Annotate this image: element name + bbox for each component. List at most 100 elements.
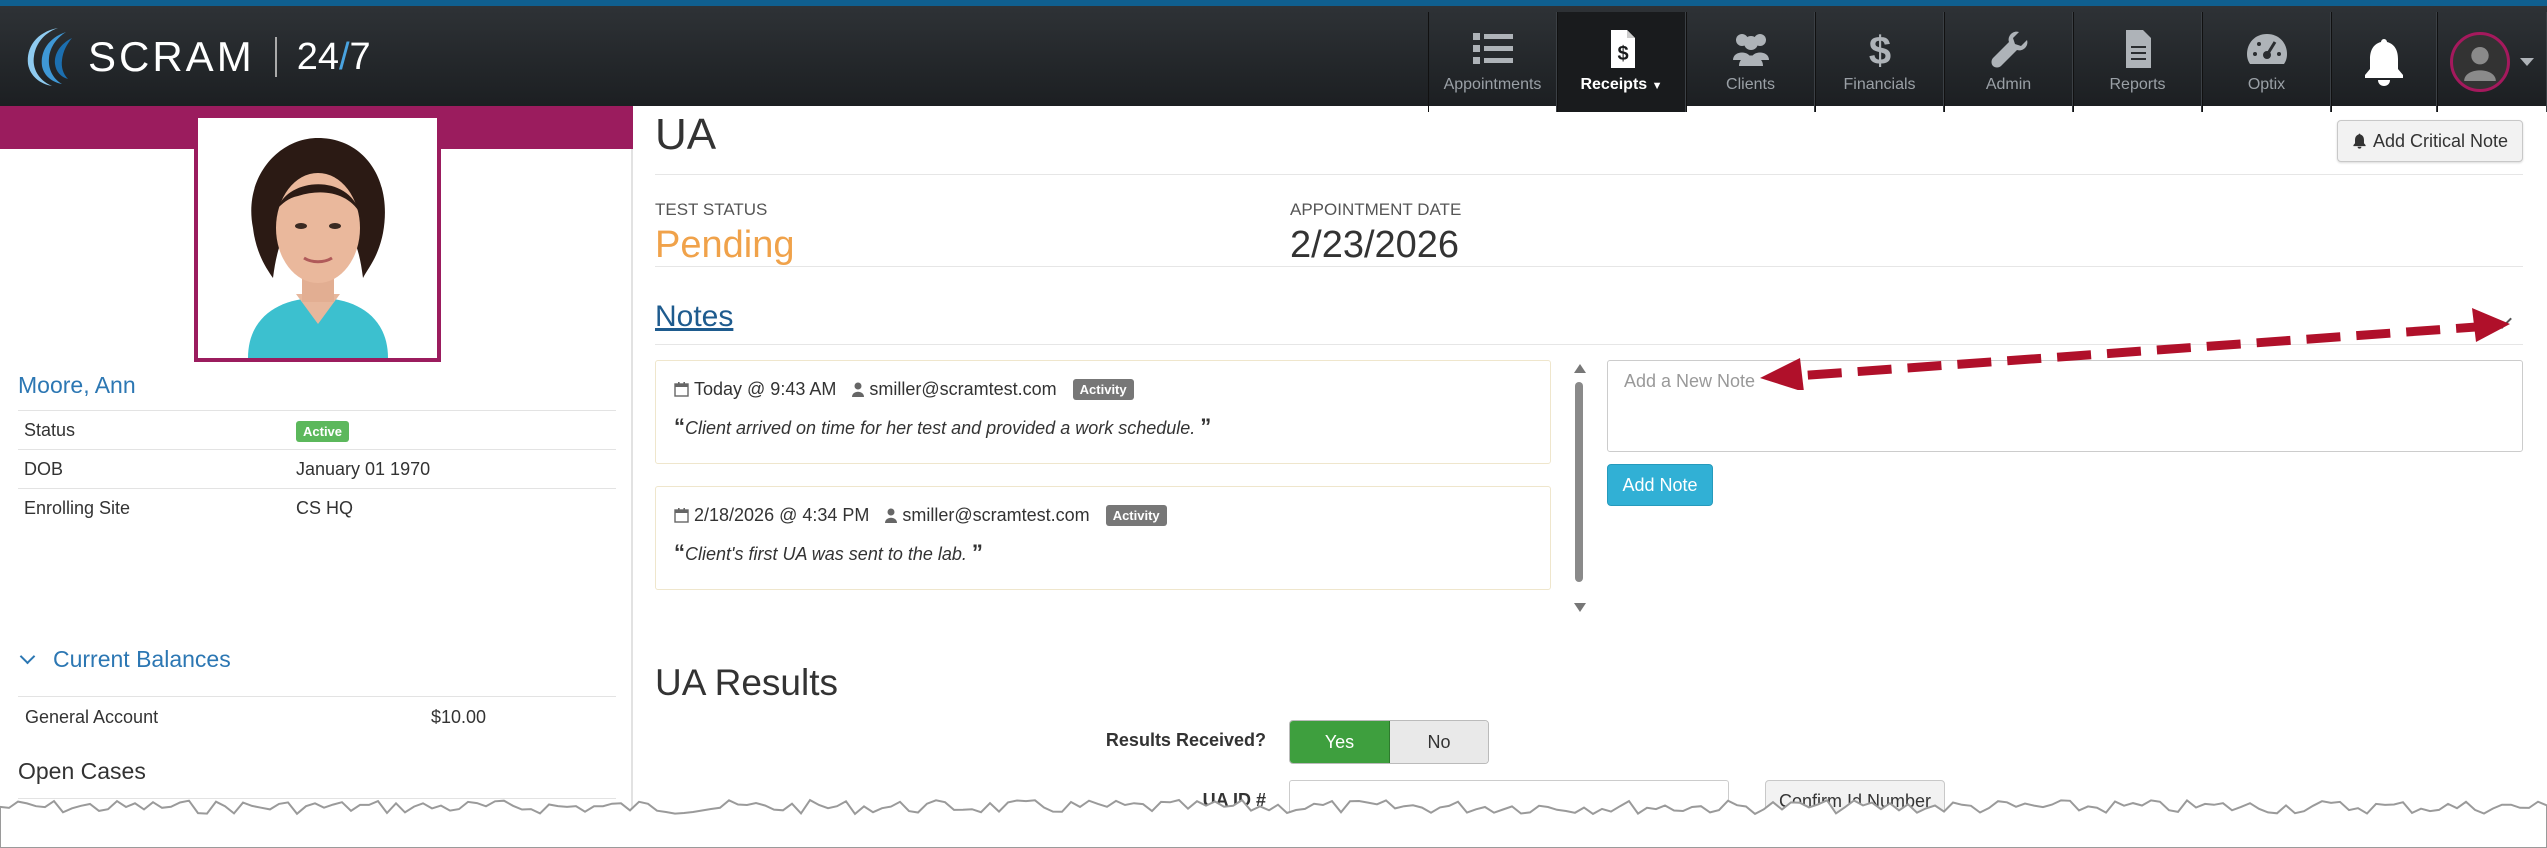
main-content: UA Add Critical Note TEST STATUS Pending… [655, 106, 2523, 848]
balance-value: $10.00 [431, 707, 487, 727]
scroll-down-arrow-icon[interactable] [1574, 603, 1586, 612]
list-icon [1472, 33, 1513, 64]
notes-scrollbar[interactable] [1572, 364, 1586, 612]
receipt-icon: $ [1610, 30, 1635, 68]
notifications-button[interactable] [2331, 12, 2437, 112]
results-received-toggle: Yes No [1289, 720, 1489, 764]
table-row: Status Active [18, 410, 616, 450]
note-text: “Client arrived on time for her test and… [674, 414, 1212, 439]
enrolling-site-value: CS HQ [290, 488, 616, 528]
dob-label: DOB [18, 449, 290, 489]
brand-divider [274, 37, 277, 77]
nav-appointments[interactable]: Appointments [1428, 12, 1557, 112]
brand-247: 24/7 [296, 35, 371, 78]
balance-row: General Account $10.00 [18, 696, 616, 736]
app-root: SCRAM 24/7 Appointments $ Receipts ▼ Cli… [0, 0, 2547, 848]
note-time: 2/18/2026 @ 4:34 PM [694, 505, 870, 525]
client-info-table: Status Active DOB January 01 1970 Enroll… [18, 410, 616, 528]
scram-logo[interactable]: SCRAM 24/7 [18, 22, 371, 92]
brand-name: SCRAM [88, 33, 255, 80]
client-photo[interactable] [194, 114, 441, 362]
notes-section-title[interactable]: Notes [655, 300, 733, 334]
test-status-label: TEST STATUS [655, 200, 768, 219]
document-icon [2125, 30, 2151, 68]
note-meta: 2/18/2026 @ 4:34 PM smiller@scramtest.co… [674, 505, 1532, 526]
divider [655, 174, 2523, 175]
wrench-icon [1991, 31, 2027, 68]
page-title: UA [655, 110, 717, 159]
divider [655, 266, 2523, 267]
nav-receipts-label: Receipts ▼ [1580, 76, 1663, 93]
svg-text:$: $ [1617, 43, 1628, 65]
nav-receipts[interactable]: $ Receipts ▼ [1557, 12, 1686, 112]
nav-reports[interactable]: Reports [2073, 12, 2202, 112]
scram-logo-mark-icon [18, 24, 80, 90]
appointment-date-value: 2/23/2026 [1290, 224, 1460, 266]
users-icon [1732, 34, 1769, 66]
note-text: “Client's first UA was sent to the lab. … [674, 540, 983, 565]
bell-icon [2365, 39, 2403, 86]
table-row: Enrolling Site CS HQ [18, 488, 616, 528]
nav-admin-label: Admin [1985, 76, 2032, 93]
status-label: Status [18, 410, 290, 450]
torn-edge-decoration [0, 798, 2547, 848]
note-card: 2/18/2026 @ 4:34 PM smiller@scramtest.co… [655, 486, 1551, 590]
scroll-up-arrow-icon[interactable] [1574, 364, 1586, 373]
chevron-down-icon: ▼ [1651, 80, 1663, 92]
current-balances-title: Current Balances [53, 646, 231, 672]
note-tag-badge: Activity [1072, 379, 1134, 400]
quote-open-icon: “ [674, 540, 685, 565]
enrolling-site-label: Enrolling Site [18, 488, 290, 528]
no-button[interactable]: No [1390, 721, 1488, 763]
add-critical-note-label: Add Critical Note [2372, 130, 2508, 151]
calendar-icon [674, 382, 689, 397]
add-note-button[interactable]: Add Note [1607, 464, 1713, 506]
appointment-date-label: APPOINTMENT DATE [1290, 200, 1462, 219]
dollar-icon: $ [1868, 30, 1890, 68]
note-author: smiller@scramtest.com [902, 505, 1090, 525]
note-tag-badge: Activity [1105, 505, 1167, 526]
note-author: smiller@scramtest.com [869, 379, 1057, 399]
client-sidebar: Moore, Ann Status Active DOB January 01 … [0, 106, 633, 848]
annotation-arrow [1760, 308, 2510, 390]
dob-value: January 01 1970 [290, 449, 616, 489]
nav-financials[interactable]: $ Financials [1815, 12, 1944, 112]
status-value: Active [290, 410, 616, 450]
svg-text:$: $ [1868, 30, 1890, 68]
results-received-label: Results Received? [1105, 730, 1266, 750]
client-name[interactable]: Moore, Ann [18, 372, 136, 399]
chevron-down-icon [19, 648, 36, 665]
user-menu-caret-icon [2520, 58, 2534, 66]
dashboard-icon [2246, 34, 2287, 64]
nav-appointments-label: Appointments [1443, 76, 1542, 93]
note-time: Today @ 9:43 AM [694, 379, 837, 399]
main-nav: Appointments $ Receipts ▼ Clients $ Fina… [1428, 12, 2547, 112]
note-meta: Today @ 9:43 AM smiller@scramtest.com Ac… [674, 379, 1532, 400]
status-badge: Active [296, 420, 350, 442]
quote-close-icon: ” [1200, 414, 1212, 439]
nav-clients[interactable]: Clients [1686, 12, 1815, 112]
user-avatar-icon [2450, 32, 2510, 92]
nav-optix[interactable]: Optix [2202, 12, 2331, 112]
nav-optix-label: Optix [2247, 76, 2286, 93]
user-icon [852, 382, 865, 397]
current-balances-toggle[interactable]: Current Balances [19, 646, 231, 673]
yes-button[interactable]: Yes [1290, 721, 1390, 763]
user-menu[interactable] [2437, 12, 2547, 112]
note-card: Today @ 9:43 AM smiller@scramtest.com Ac… [655, 360, 1551, 464]
nav-reports-label: Reports [2109, 76, 2166, 93]
test-status-value: Pending [655, 224, 795, 266]
quote-open-icon: “ [674, 414, 685, 439]
balance-label: General Account [25, 707, 159, 727]
scroll-thumb[interactable] [1575, 382, 1583, 582]
calendar-icon [674, 508, 689, 523]
user-icon [885, 508, 898, 523]
nav-financials-label: Financials [1843, 76, 1916, 93]
add-critical-note-button[interactable]: Add Critical Note [2336, 120, 2523, 162]
nav-admin[interactable]: Admin [1944, 12, 2073, 112]
table-row: DOB January 01 1970 [18, 449, 616, 489]
bell-icon [2353, 133, 2366, 149]
client-photo-image [198, 118, 437, 358]
quote-close-icon: ” [971, 540, 983, 565]
ua-results-title: UA Results [655, 662, 839, 703]
